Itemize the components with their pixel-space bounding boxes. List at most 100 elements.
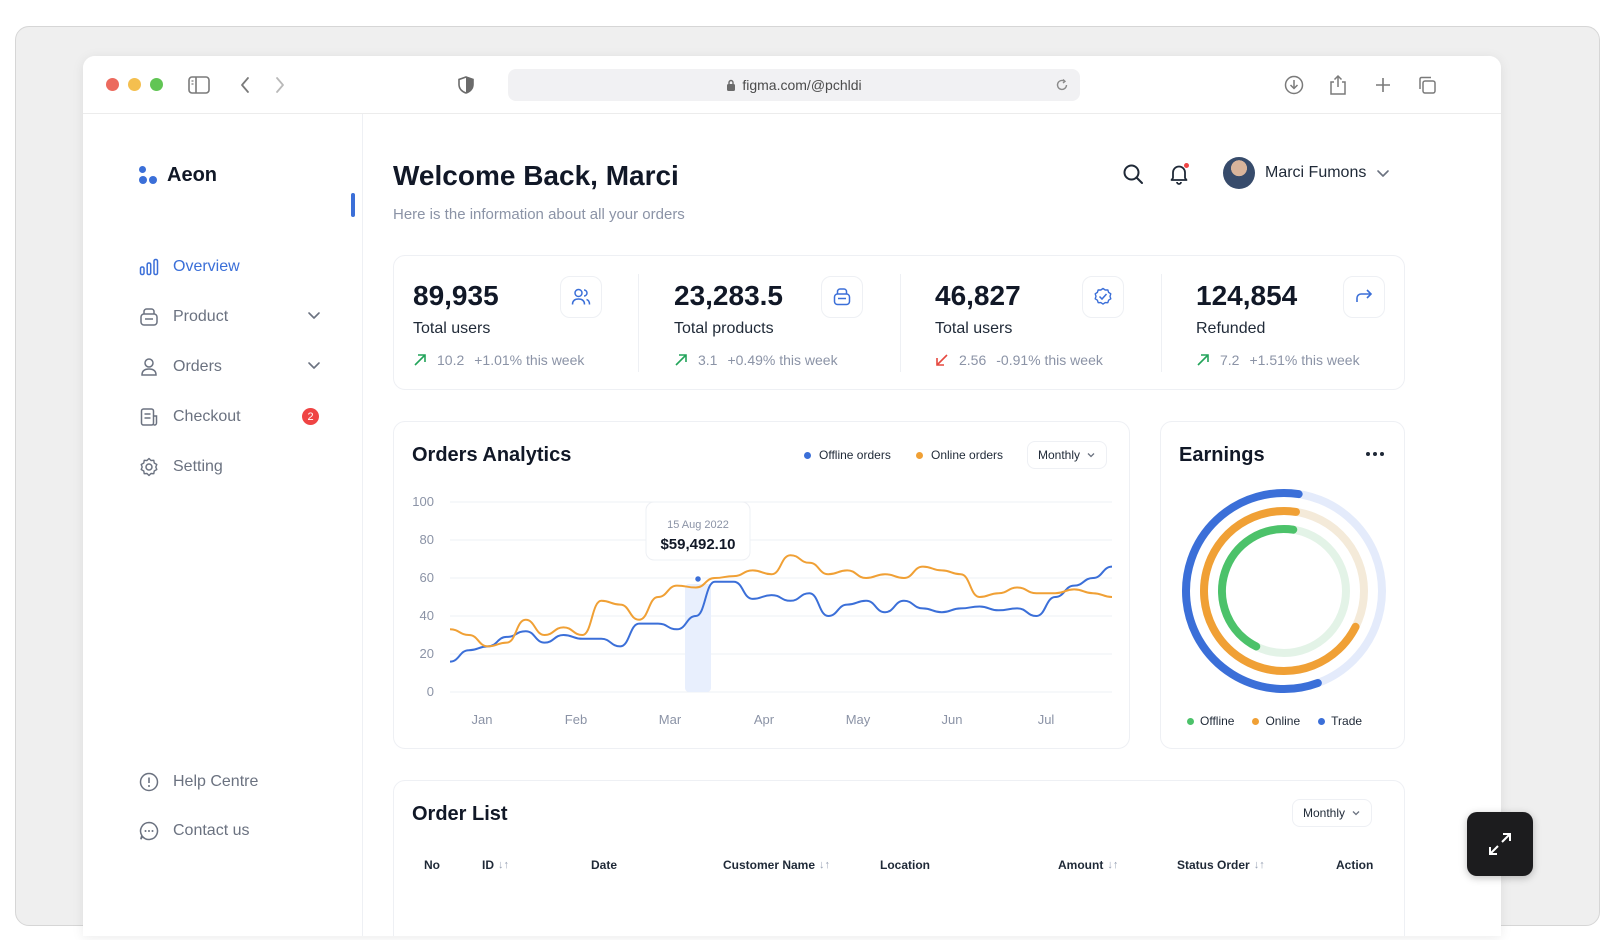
stat-total-products: 23,283.5 Total products 3.1 +0.49% this … (655, 256, 908, 391)
logo-mark-icon (139, 165, 159, 186)
legend-label: Online (1265, 714, 1301, 728)
minimize-window-button[interactable] (128, 78, 141, 91)
new-tab-icon[interactable] (1371, 73, 1395, 97)
column-header-action: Action (1336, 858, 1374, 872)
ring-offline (1218, 525, 1298, 651)
brand-name: Aeon (167, 164, 217, 186)
gear-icon (140, 457, 158, 477)
reload-icon[interactable] (1052, 75, 1072, 95)
stat-total-users-2: 46,827 Total users 2.56 -0.91% this week (916, 256, 1169, 391)
sidebar-item-label: Product (173, 308, 229, 325)
chat-icon (139, 821, 159, 841)
arrow-down-left-icon (936, 354, 948, 366)
trend-text: -0.91% this week (996, 352, 1103, 368)
shield-icon[interactable] (454, 73, 478, 97)
period-select-value: Monthly (1038, 448, 1081, 462)
x-tick-label: Jul (1038, 712, 1055, 727)
arrow-up-right-icon (675, 354, 687, 366)
column-header-customer-name[interactable]: Customer Name ↓↑ (723, 858, 830, 872)
share-icon[interactable] (1326, 73, 1350, 97)
sidebar-item-setting[interactable]: Setting (139, 454, 321, 480)
chevron-down-icon (1377, 170, 1390, 177)
stat-refunded: 124,854 Refunded 7.2 +1.51% this week (1177, 256, 1430, 391)
more-options-icon[interactable] (1366, 452, 1384, 456)
sidebar-toggle-icon[interactable] (187, 73, 211, 97)
url-text: figma.com/@pchldi (742, 77, 862, 93)
stat-total-users: 89,935 Total users 10.2 +1.01% this week (394, 256, 647, 391)
sort-icon: ↓↑ (1107, 859, 1119, 871)
forward-icon[interactable] (268, 73, 292, 97)
sidebar-item-help-centre[interactable]: Help Centre (139, 769, 321, 795)
user-menu[interactable]: Marci Fumons (1223, 157, 1390, 189)
highlight-bar (685, 584, 711, 692)
y-tick-label: 100 (412, 494, 434, 509)
active-indicator (351, 193, 355, 217)
sidebar-item-contact-us[interactable]: Contact us (139, 818, 321, 844)
series-line-offline-orders (449, 565, 1113, 663)
trend-text: +0.49% this week (727, 352, 838, 368)
column-header-no: No (424, 858, 440, 872)
legend-trade: Trade (1318, 714, 1362, 728)
stat-trend: 7.2 +1.51% this week (1196, 352, 1360, 368)
stat-trend: 10.2 +1.01% this week (413, 352, 584, 368)
legend-online: Online orders (916, 448, 1003, 462)
sidebar-item-label: Orders (173, 358, 222, 375)
fullscreen-toggle-button[interactable] (1467, 812, 1533, 876)
sidebar-item-checkout[interactable]: Checkout 2 (139, 404, 321, 430)
download-icon[interactable] (1282, 73, 1306, 97)
period-select[interactable]: Monthly (1027, 441, 1108, 469)
column-header-date: Date (591, 858, 618, 872)
stat-label: Refunded (1196, 320, 1266, 337)
sidebar-item-orders[interactable]: Orders (139, 354, 321, 380)
sort-icon: ↓↑ (1253, 859, 1265, 871)
tooltip-value: $59,492.10 (660, 536, 735, 553)
sidebar-item-label: Checkout (173, 408, 241, 425)
column-header-status-order[interactable]: Status Order ↓↑ (1177, 858, 1265, 872)
column-header-id[interactable]: ID ↓↑ (482, 858, 509, 872)
legend-offline: Offline (1187, 714, 1234, 728)
sidebar-item-overview[interactable]: Overview (139, 254, 321, 280)
trend-value: 3.1 (698, 352, 718, 368)
legend-online: Online (1252, 714, 1300, 728)
sidebar: Aeon Overview Product Orders Checkout 2 … (83, 114, 363, 936)
divider (638, 274, 639, 372)
card-title: Orders Analytics (412, 444, 572, 466)
sidebar-item-label: Contact us (173, 822, 250, 839)
address-bar[interactable]: figma.com/@pchldi (508, 69, 1080, 101)
legend-offline: Offline orders (804, 448, 891, 462)
close-window-button[interactable] (106, 78, 119, 91)
user-name: Marci Fumons (1265, 164, 1367, 181)
legend-label: Offline (1200, 714, 1235, 728)
column-header-amount[interactable]: Amount ↓↑ (1058, 858, 1118, 872)
sort-icon: ↓↑ (819, 859, 831, 871)
browser-toolbar: figma.com/@pchldi (83, 56, 1501, 114)
stat-trend: 3.1 +0.49% this week (674, 352, 838, 368)
chart-tooltip: 15 Aug 2022 $59,492.10 (645, 501, 751, 561)
earnings-legend: Offline Online Trade (1187, 714, 1362, 728)
check-circle-icon (1082, 276, 1124, 318)
chevron-down-icon[interactable] (307, 308, 321, 322)
sort-icon: ↓↑ (498, 859, 509, 871)
order-period-select[interactable]: Monthly (1292, 799, 1373, 827)
orders-line-chart[interactable]: 100 80 60 40 20 0 Jan Feb Mar Apr May Jun Jul 15 Aug … (394, 482, 1131, 748)
x-tick-label: Mar (659, 712, 682, 727)
receipt-icon (140, 408, 158, 426)
sidebar-item-product[interactable]: Product (139, 304, 321, 330)
sidebar-item-label: Overview (173, 258, 240, 275)
chevron-down-icon (1352, 811, 1360, 816)
bell-icon[interactable] (1167, 162, 1191, 186)
back-icon[interactable] (233, 73, 257, 97)
tabs-overview-icon[interactable] (1415, 73, 1439, 97)
stat-value: 124,854 (1196, 280, 1298, 311)
chevron-down-icon[interactable] (307, 358, 321, 372)
maximize-window-button[interactable] (150, 78, 163, 91)
info-icon (139, 772, 159, 792)
page-subtitle: Here is the information about all your o… (393, 206, 685, 223)
chevron-down-icon (1087, 453, 1095, 458)
y-tick-label: 80 (420, 532, 434, 547)
stat-value: 46,827 (935, 280, 1021, 311)
search-icon[interactable] (1121, 162, 1145, 186)
brand-logo[interactable]: Aeon (139, 164, 217, 187)
stat-label: Total products (674, 320, 774, 337)
browser-window: figma.com/@pchldi Aeon Overview Product … (83, 56, 1501, 936)
